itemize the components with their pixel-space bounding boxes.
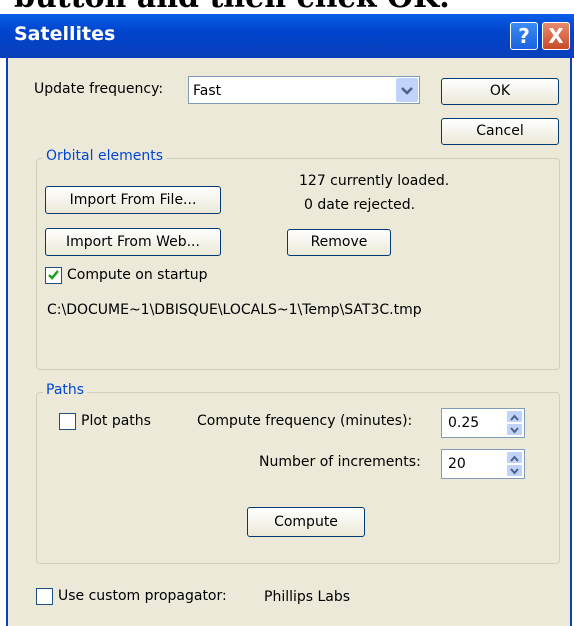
dialog-title: Satellites: [14, 23, 116, 45]
paths-legend: Paths: [43, 382, 88, 398]
close-button[interactable]: X: [542, 22, 570, 50]
compute-on-startup-checkbox[interactable]: [45, 267, 62, 284]
use-custom-propagator-label: Use custom propagator:: [58, 588, 227, 604]
elements-file-path: C:\DOCUME~1\DBISQUE\LOCALS~1\Temp\SAT3C.…: [47, 302, 422, 318]
checkmark-icon: [48, 270, 59, 280]
use-custom-propagator-checkbox[interactable]: [36, 588, 53, 605]
import-from-web-button[interactable]: Import From Web...: [45, 228, 221, 256]
spin-down-icon[interactable]: [506, 423, 523, 436]
spin-up-icon[interactable]: [506, 451, 523, 464]
compute-button[interactable]: Compute: [247, 507, 365, 537]
rejected-count-text: 0 date rejected.: [304, 197, 416, 213]
number-of-increments-field[interactable]: 20: [441, 449, 525, 479]
compute-frequency-label: Compute frequency (minutes):: [197, 413, 413, 429]
compute-frequency-value: 0.25: [448, 415, 480, 431]
dialog-client-area: Update frequency: Fast OK Cancel Orbital…: [6, 58, 572, 626]
chevron-down-icon[interactable]: [396, 78, 418, 102]
compute-on-startup-label: Compute on startup: [67, 267, 208, 283]
update-frequency-value: Fast: [193, 83, 222, 99]
compute-frequency-field[interactable]: 0.25: [441, 408, 525, 438]
update-frequency-select[interactable]: Fast: [188, 76, 420, 104]
spin-up-icon[interactable]: [506, 410, 523, 423]
paths-group: Paths Plot paths Compute frequency (minu…: [36, 382, 560, 564]
update-frequency-label: Update frequency:: [34, 81, 164, 97]
satellites-dialog: Satellites ? X Update frequency: Fast OK…: [0, 14, 574, 626]
loaded-count-text: 127 currently loaded.: [299, 173, 450, 189]
remove-button[interactable]: Remove: [287, 229, 391, 256]
plot-paths-label: Plot paths: [81, 413, 151, 429]
custom-propagator-value: Phillips Labs: [264, 589, 351, 605]
orbital-elements-group: Orbital elements Import From File... Imp…: [36, 148, 560, 370]
title-bar: Satellites ? X: [0, 14, 574, 58]
ok-button[interactable]: OK: [441, 78, 559, 105]
import-from-file-button[interactable]: Import From File...: [45, 186, 221, 214]
spin-down-icon[interactable]: [506, 464, 523, 477]
plot-paths-checkbox[interactable]: [59, 413, 76, 430]
number-of-increments-value: 20: [448, 456, 466, 472]
number-of-increments-label: Number of increments:: [259, 454, 421, 470]
cancel-button[interactable]: Cancel: [441, 118, 559, 145]
orbital-elements-legend: Orbital elements: [43, 148, 166, 164]
help-button[interactable]: ?: [510, 22, 538, 50]
